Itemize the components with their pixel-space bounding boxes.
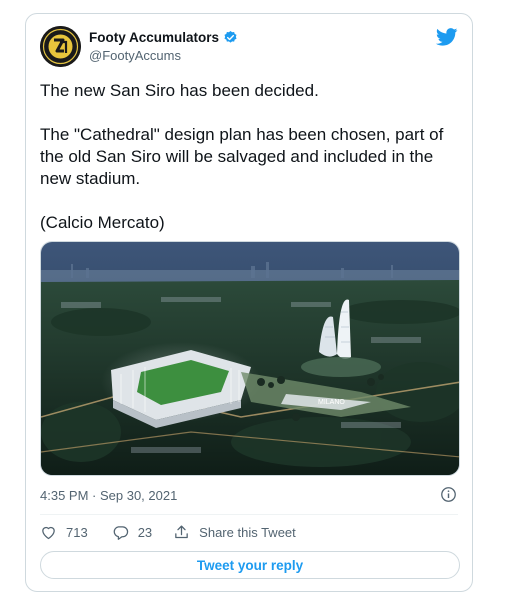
reply-button[interactable]: 23 xyxy=(112,524,152,541)
info-icon[interactable] xyxy=(440,486,457,503)
tweet-card: Footy Accumulators @FootyAccums The new … xyxy=(25,13,473,592)
author-name-row[interactable]: Footy Accumulators xyxy=(89,30,238,45)
like-button[interactable]: 713 xyxy=(40,524,88,541)
twitter-bird-icon[interactable] xyxy=(435,28,458,46)
tweet-image[interactable]: MILANO xyxy=(40,241,460,476)
stadium-render-image: MILANO xyxy=(41,242,459,475)
share-icon xyxy=(175,525,188,539)
tweet-actions: 713 23 Share this Tweet xyxy=(40,524,296,541)
reply-count: 23 xyxy=(137,525,153,540)
share-button[interactable]: Share this Tweet xyxy=(173,524,296,541)
share-label: Share this Tweet xyxy=(199,525,296,540)
verified-badge-icon xyxy=(223,30,238,45)
tweet-paragraph: The "Cathedral" design plan has been cho… xyxy=(40,125,444,188)
author-handle[interactable]: @FootyAccums xyxy=(89,48,181,63)
footy-accumulators-logo-icon xyxy=(40,26,81,67)
reply-bubble-icon xyxy=(113,526,128,540)
tweet-paragraph: The new San Siro has been decided. xyxy=(40,81,319,100)
heart-icon xyxy=(42,526,55,540)
tweet-paragraph: (Calcio Mercato) xyxy=(40,213,165,232)
tweet-text: The new San Siro has been decided. The "… xyxy=(40,80,460,234)
divider xyxy=(40,514,458,515)
tweet-your-reply-button[interactable]: Tweet your reply xyxy=(40,551,460,579)
like-count: 713 xyxy=(66,525,88,540)
avatar[interactable] xyxy=(40,26,81,67)
author-display-name[interactable]: Footy Accumulators xyxy=(89,30,219,45)
image-sign-text: MILANO xyxy=(318,399,345,406)
tweet-timestamp[interactable]: 4:35 PM · Sep 30, 2021 xyxy=(40,488,177,503)
